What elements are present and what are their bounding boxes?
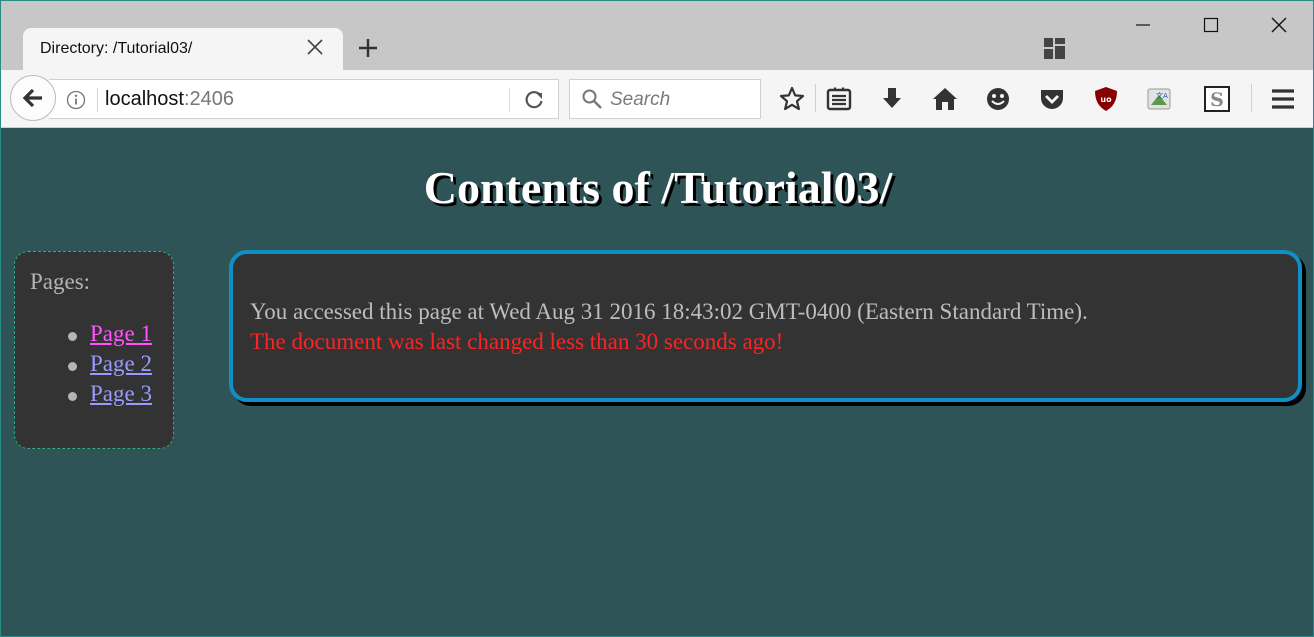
close-icon[interactable] (306, 38, 324, 56)
browser-window: Directory: /Tutorial03/ localhost:2406 S… (0, 0, 1314, 637)
back-button[interactable] (10, 75, 56, 121)
svg-text:uo: uo (1100, 95, 1112, 104)
url-text[interactable]: localhost:2406 (105, 88, 234, 111)
ublock-icon[interactable]: uo (1093, 86, 1119, 112)
sidebar-label: Pages: (30, 269, 91, 294)
navigation-toolbar: localhost:2406 Search uo 文A S (1, 70, 1313, 128)
pages-sidebar: Pages: Page 1 Page 2 Page 3 (14, 251, 174, 449)
back-arrow-icon (22, 88, 42, 108)
page-2-link[interactable]: Page 2 (90, 351, 152, 377)
tab-strip: Directory: /Tutorial03/ (1, 1, 1313, 70)
tab-title: Directory: /Tutorial03/ (40, 40, 193, 57)
translate-icon[interactable]: 文A (1146, 86, 1172, 112)
svg-text:S: S (1210, 89, 1224, 111)
tab-directory[interactable]: Directory: /Tutorial03/ (23, 28, 343, 70)
url-divider (97, 88, 98, 112)
plus-icon[interactable] (357, 37, 379, 59)
emoji-icon[interactable] (985, 86, 1011, 112)
search-box[interactable]: Search (569, 79, 761, 119)
last-changed-notice: The document was last changed less than … (250, 329, 784, 354)
reading-list-icon[interactable] (826, 86, 852, 112)
maximize-icon[interactable] (1201, 15, 1221, 35)
url-host: localhost (105, 88, 184, 110)
hamburger-menu-icon[interactable] (1270, 86, 1296, 112)
info-icon[interactable] (66, 90, 86, 110)
tiles-icon[interactable] (1044, 38, 1065, 59)
search-placeholder: Search (610, 89, 671, 110)
url-divider-right (509, 88, 510, 112)
content-panel: You accessed this page at Wed Aug 31 201… (229, 250, 1302, 402)
pocket-icon[interactable] (1039, 86, 1065, 112)
home-icon[interactable] (932, 86, 958, 112)
page-1-link[interactable]: Page 1 (90, 321, 152, 347)
toolbar-divider (815, 84, 816, 112)
s-extension-icon[interactable]: S (1204, 86, 1230, 112)
bullet-icon (68, 392, 77, 401)
bookmark-star-icon[interactable] (779, 86, 805, 112)
search-icon (582, 89, 602, 109)
window-close-icon[interactable] (1269, 15, 1289, 35)
url-port: :2406 (183, 88, 234, 110)
bullet-icon (68, 332, 77, 341)
download-icon[interactable] (879, 86, 905, 112)
page-3-link[interactable]: Page 3 (90, 381, 152, 407)
svg-text:文A: 文A (1156, 91, 1168, 100)
minimize-icon[interactable] (1133, 15, 1153, 35)
page-title: Contents of /Tutorial03/ (423, 162, 893, 213)
url-bar[interactable]: localhost:2406 (49, 79, 559, 119)
accessed-timestamp-text: You accessed this page at Wed Aug 31 201… (250, 299, 1088, 324)
toolbar-divider (1251, 84, 1252, 112)
bullet-icon (68, 362, 77, 371)
reload-icon[interactable] (523, 89, 545, 111)
